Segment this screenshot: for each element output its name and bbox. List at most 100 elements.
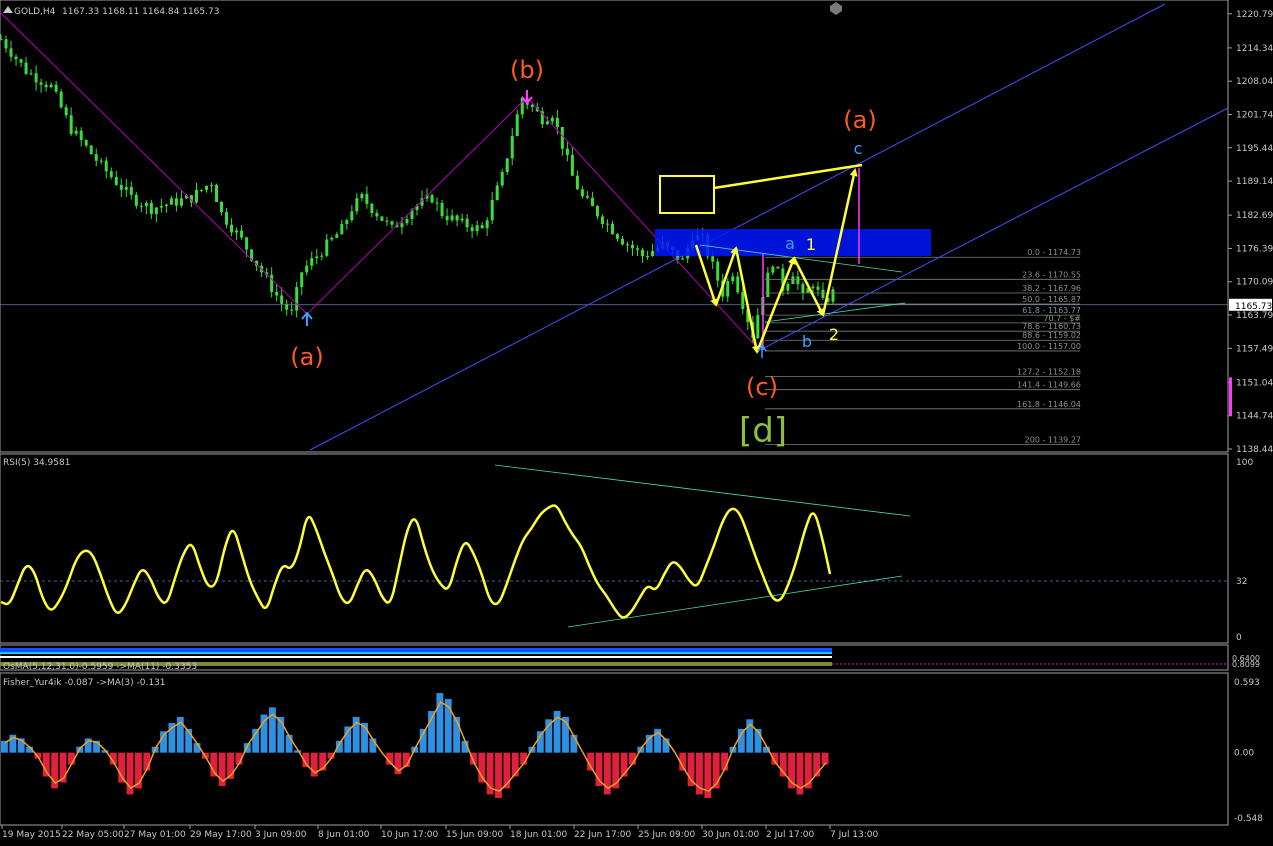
date-tick-label: 27 May 01:00 bbox=[124, 830, 186, 840]
date-tick-label: 3 Jun 09:00 bbox=[255, 830, 307, 840]
date-tick-label: 2 Jul 17:00 bbox=[766, 830, 815, 840]
candle-body bbox=[500, 172, 504, 186]
price-tick-label: 1201.74 bbox=[1236, 110, 1273, 120]
candle-body bbox=[340, 224, 344, 235]
candle-body bbox=[600, 216, 604, 224]
candle-body bbox=[104, 160, 108, 172]
candle-body bbox=[460, 218, 464, 221]
candle-body bbox=[154, 207, 158, 214]
candle-body bbox=[530, 104, 534, 108]
alert-marker bbox=[1229, 377, 1232, 416]
candle-body bbox=[811, 286, 815, 289]
candle-body bbox=[310, 258, 314, 266]
candle-body bbox=[580, 189, 584, 197]
date-axis: 19 May 2015 22 May 05:00 27 May 01:00 29 Ma… bbox=[1, 825, 879, 840]
fib-label: 161.8 - 1146.04 bbox=[1017, 400, 1081, 409]
candle-body bbox=[801, 284, 805, 293]
date-tick-label: 25 Jun 09:00 bbox=[638, 830, 695, 840]
candle-body bbox=[570, 154, 574, 176]
candle-body bbox=[215, 184, 219, 202]
candle-body bbox=[109, 171, 113, 178]
candle-body bbox=[210, 184, 214, 186]
candle-body bbox=[585, 196, 589, 198]
date-tick-label: 7 Jul 13:00 bbox=[830, 830, 879, 840]
fisher-bar bbox=[1, 740, 8, 753]
rsi-tick-label: 100 bbox=[1236, 458, 1253, 468]
candle-body bbox=[560, 126, 564, 149]
candle-body bbox=[325, 239, 329, 256]
rsi-panel[interactable] bbox=[0, 453, 1229, 644]
candle-body bbox=[49, 84, 53, 88]
candle-body bbox=[711, 256, 715, 262]
wave-label: (c) bbox=[746, 373, 778, 401]
candle-body bbox=[776, 266, 780, 269]
wave-label: b bbox=[802, 332, 812, 351]
candle-body bbox=[64, 107, 68, 116]
candle-body bbox=[94, 154, 98, 161]
candle-body bbox=[99, 160, 103, 162]
candle-body bbox=[651, 250, 655, 256]
rsi-title: RSI(5) 34.9581 bbox=[3, 458, 70, 468]
price-tick-label: 1163.79 bbox=[1236, 311, 1273, 321]
candle-body bbox=[791, 276, 795, 285]
fib-label: 23.6 - 1170.55 bbox=[1022, 270, 1081, 279]
candle-body bbox=[796, 276, 800, 285]
date-tick-label: 15 Jun 09:00 bbox=[446, 830, 503, 840]
candle-body bbox=[771, 266, 775, 273]
wave-label: (a) bbox=[290, 343, 323, 371]
candle-body bbox=[54, 84, 58, 92]
wave-label: a bbox=[785, 234, 795, 253]
candle-body bbox=[646, 255, 650, 257]
candle-body bbox=[515, 114, 519, 137]
candle-body bbox=[681, 258, 685, 260]
candle-body bbox=[245, 237, 249, 250]
candle-body bbox=[470, 227, 474, 232]
candle-body bbox=[194, 189, 198, 203]
candle-body bbox=[134, 194, 138, 206]
date-tick-label: 29 May 17:00 bbox=[190, 830, 252, 840]
candle-body bbox=[756, 315, 760, 339]
candle-body bbox=[300, 272, 304, 288]
fib-label: 0.0 - 1174.73 bbox=[1027, 248, 1081, 257]
candle-body bbox=[610, 223, 614, 235]
candle-body bbox=[636, 248, 640, 250]
fib-label: 38.2 - 1167.96 bbox=[1022, 284, 1081, 293]
fib-label: 50.0 - 1165.87 bbox=[1022, 295, 1081, 304]
candle-body bbox=[79, 130, 83, 141]
candle-body bbox=[565, 148, 569, 155]
candle-body bbox=[14, 56, 18, 60]
candle-body bbox=[736, 276, 740, 293]
candle-body bbox=[505, 158, 509, 173]
candle-body bbox=[19, 59, 23, 63]
fib-label: 200 - 1139.27 bbox=[1025, 436, 1081, 445]
candle-body bbox=[204, 185, 208, 190]
fib-label: 127.2 - 1152.18 bbox=[1017, 367, 1081, 376]
candle-body bbox=[240, 230, 244, 238]
candle-body bbox=[44, 84, 48, 88]
candle-body bbox=[440, 202, 444, 217]
candle-body bbox=[290, 309, 294, 311]
candle-body bbox=[335, 234, 339, 238]
fib-label: 141.4 - 1149.66 bbox=[1017, 381, 1081, 390]
price-tick-label: 1144.74 bbox=[1236, 412, 1273, 422]
fisher-tick-label: 0.593 bbox=[1234, 678, 1260, 688]
candle-body bbox=[355, 198, 359, 212]
candle-body bbox=[34, 73, 38, 83]
wave-label: 2 bbox=[829, 325, 839, 344]
price-tick-label: 1182.69 bbox=[1236, 211, 1273, 221]
trading-chart[interactable]: 1220.79 1214.34 1208.04 1201.74 1195.44 1189.… bbox=[0, 0, 1273, 846]
candle-body bbox=[350, 211, 354, 221]
wave-label: (a) bbox=[843, 106, 876, 134]
candle-body bbox=[510, 136, 514, 159]
candle-body bbox=[169, 198, 173, 205]
candle-body bbox=[84, 140, 88, 146]
date-tick-label: 22 May 05:00 bbox=[62, 830, 124, 840]
date-tick-label: 18 Jun 01:00 bbox=[510, 830, 567, 840]
wave-label: (b) bbox=[510, 56, 544, 84]
candle-body bbox=[370, 203, 374, 214]
candle-body bbox=[490, 199, 494, 221]
candle-body bbox=[400, 223, 404, 228]
fisher-panel[interactable] bbox=[0, 672, 1229, 826]
rsi-tick-label: 0 bbox=[1236, 633, 1242, 643]
candle-body bbox=[330, 237, 334, 240]
